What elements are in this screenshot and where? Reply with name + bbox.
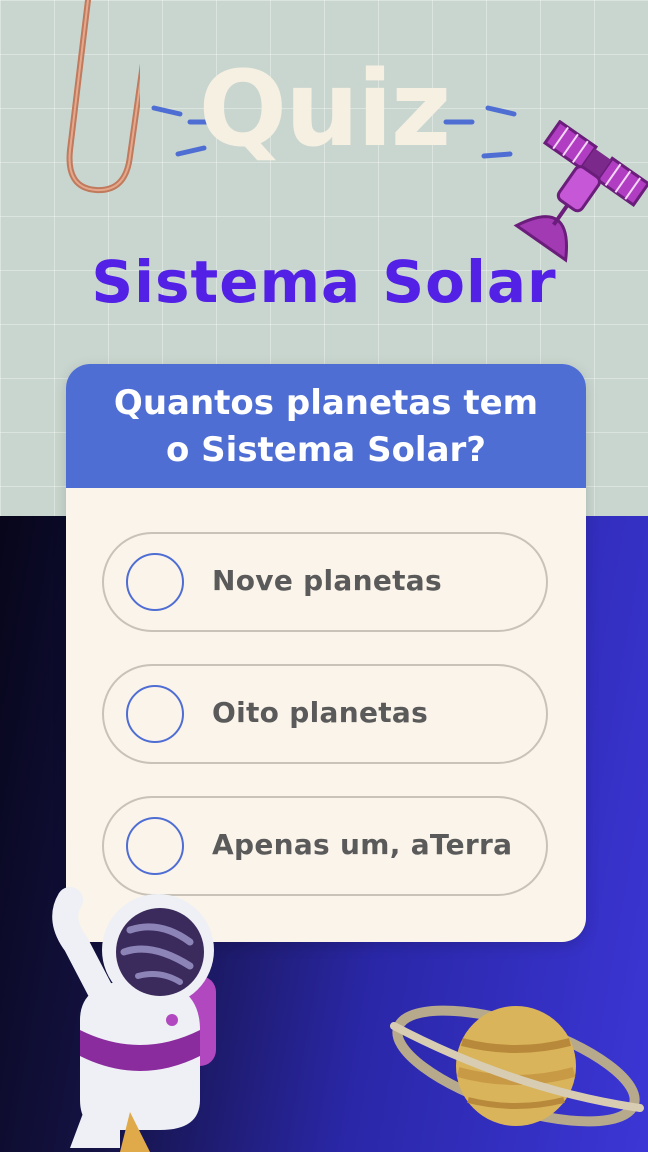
quiz-subtitle: Sistema Solar bbox=[91, 248, 557, 316]
radio-circle-icon[interactable] bbox=[126, 685, 184, 743]
question-text: Quantos planetas tem o Sistema Solar? bbox=[76, 380, 576, 474]
answer-label: Oito planetas bbox=[212, 696, 429, 729]
radio-circle-icon[interactable] bbox=[126, 553, 184, 611]
answer-label: Nove planetas bbox=[212, 564, 442, 597]
quiz-screen: Quiz Sistema Solar Quantos planetas tem … bbox=[0, 0, 648, 1152]
answer-option-oito-planetas[interactable]: Oito planetas bbox=[102, 664, 548, 764]
question-line-1: Quantos planetas tem bbox=[113, 383, 539, 423]
question-header: Quantos planetas tem o Sistema Solar? bbox=[66, 364, 586, 488]
answer-label: Apenas um, aTerra bbox=[212, 828, 513, 861]
answer-option-nove-planetas[interactable]: Nove planetas bbox=[102, 532, 548, 632]
radio-circle-icon[interactable] bbox=[126, 817, 184, 875]
astronaut-icon bbox=[52, 887, 216, 1152]
question-line-2: o Sistema Solar? bbox=[165, 430, 487, 470]
saturn-icon bbox=[390, 1005, 644, 1127]
question-card: Quantos planetas tem o Sistema Solar? No… bbox=[66, 364, 586, 942]
